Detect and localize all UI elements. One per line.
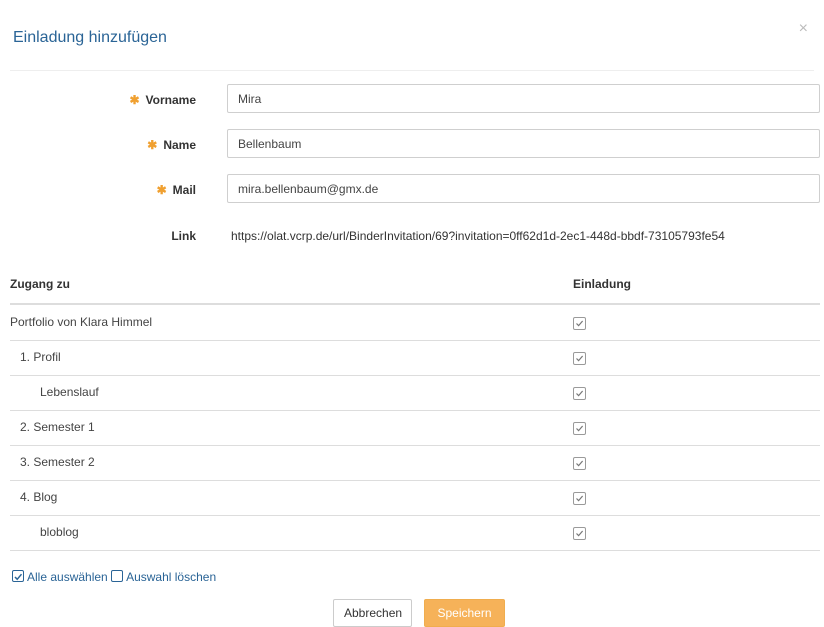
invitation-checkbox[interactable] <box>573 422 586 435</box>
header-divider <box>10 70 814 71</box>
required-icon: ✱ <box>147 138 158 152</box>
invitation-checkbox[interactable] <box>573 317 586 330</box>
required-icon: ✱ <box>129 93 140 107</box>
firstname-input[interactable] <box>227 84 820 113</box>
row-label: bloblog <box>40 525 79 539</box>
column-header-access: Zugang zu <box>10 277 70 291</box>
lastname-input[interactable] <box>227 129 820 158</box>
select-all-link[interactable]: Alle auswählen <box>12 570 108 584</box>
invitation-checkbox[interactable] <box>573 492 586 505</box>
mail-label: ✱ Mail <box>156 183 196 197</box>
mail-row: ✱ Mail <box>0 174 824 206</box>
invitation-link: https://olat.vcrp.de/url/BinderInvitatio… <box>231 229 725 243</box>
row-label: 2. Semester 1 <box>20 420 95 434</box>
invitation-checkbox[interactable] <box>573 457 586 470</box>
row-label: 3. Semester 2 <box>20 455 95 469</box>
required-icon: ✱ <box>156 183 167 197</box>
lastname-label: ✱ Name <box>147 138 196 152</box>
table-row: 1. Profil <box>10 340 820 376</box>
close-icon[interactable]: × <box>799 20 808 38</box>
row-label: 4. Blog <box>20 490 58 504</box>
table-row: Portfolio von Klara Himmel <box>10 305 820 341</box>
invitation-checkbox[interactable] <box>573 352 586 365</box>
column-header-invitation: Einladung <box>573 277 631 291</box>
mail-input[interactable] <box>227 174 820 203</box>
link-row: Link https://olat.vcrp.de/url/BinderInvi… <box>0 220 824 252</box>
row-label: Portfolio von Klara Himmel <box>10 315 153 329</box>
checked-box-icon <box>12 570 24 582</box>
table-row: 3. Semester 2 <box>10 445 820 481</box>
row-label: 1. Profil <box>20 350 61 364</box>
table-row: Lebenslauf <box>10 375 820 411</box>
invitation-checkbox[interactable] <box>573 387 586 400</box>
empty-box-icon <box>111 570 124 582</box>
link-label: Link <box>171 229 196 243</box>
table-row: 2. Semester 1 <box>10 410 820 446</box>
lastname-row: ✱ Name <box>0 129 824 161</box>
invitation-dialog: Einladung hinzufügen × ✱Vorname ✱Name ✱M… <box>0 0 824 627</box>
dialog-title: Einladung hinzufügen <box>13 29 167 46</box>
row-label: Lebenslauf <box>40 385 99 399</box>
table-row: bloblog <box>10 515 820 551</box>
clear-selection-link[interactable]: Auswahl löschen <box>111 570 216 584</box>
table-row: 4. Blog <box>10 480 820 516</box>
invitation-checkbox[interactable] <box>573 527 586 540</box>
firstname-label: ✱ Vorname <box>129 93 196 107</box>
selection-links: Alle auswählen Auswahl löschen <box>12 570 216 584</box>
firstname-row: ✱ Vorname <box>0 84 824 116</box>
